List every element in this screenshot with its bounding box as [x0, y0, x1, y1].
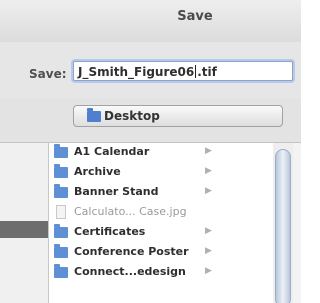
save-dialog: Save Save: J_Smith_Figure06 .tif Desktop … — [0, 0, 301, 303]
scrollbar-thumb[interactable] — [275, 149, 291, 303]
list-item[interactable]: Certificates ▶ — [49, 223, 273, 243]
folder-icon — [87, 108, 101, 122]
location-popup[interactable]: Desktop — [73, 105, 283, 127]
list-item-label: Archive — [74, 165, 121, 178]
document-icon — [56, 205, 66, 219]
list-item[interactable]: A1 Calendar ▶ — [49, 143, 273, 163]
list-item[interactable]: Banner Stand ▶ — [49, 183, 273, 203]
chevron-right-icon: ▶ — [205, 166, 212, 176]
file-browser: A1 Calendar ▶ Archive ▶ Banner Stand ▶ C… — [0, 143, 301, 303]
chevron-right-icon: ▶ — [205, 246, 212, 256]
location-label: Desktop — [104, 109, 160, 123]
title-bar: Save — [0, 0, 301, 43]
vertical-scrollbar[interactable] — [273, 143, 293, 303]
dialog-title: Save — [177, 9, 213, 24]
save-name-row: Save: J_Smith_Figure06 .tif — [0, 42, 301, 98]
sidebar-selected-strip — [0, 221, 48, 238]
list-item[interactable]: Archive ▶ — [49, 163, 273, 183]
list-item-label: A1 Calendar — [74, 145, 150, 158]
file-name-input[interactable]: J_Smith_Figure06 .tif — [73, 61, 293, 81]
file-name-text: J_Smith_Figure06 — [78, 65, 195, 79]
folder-icon — [54, 244, 68, 258]
list-item-label: Banner Stand — [74, 185, 159, 198]
folder-icon — [54, 184, 68, 198]
list-item[interactable]: Connect...edesign ▶ — [49, 263, 273, 283]
list-item-label: Conference Poster — [74, 245, 189, 258]
list-item[interactable]: Calculato... Case.jpg — [49, 203, 273, 223]
folder-icon — [54, 224, 68, 238]
chevron-right-icon: ▶ — [205, 226, 212, 236]
folder-icon — [54, 144, 68, 158]
folder-icon — [54, 164, 68, 178]
list-item-label: Certificates — [74, 225, 146, 238]
list-item-label: Calculato... Case.jpg — [74, 205, 187, 218]
chevron-right-icon: ▶ — [205, 266, 212, 276]
list-item-label: Connect...edesign — [74, 265, 186, 278]
file-extension-text: .tif — [197, 65, 217, 79]
sidebar-column — [0, 143, 49, 303]
chevron-right-icon: ▶ — [205, 146, 212, 156]
list-item[interactable]: Conference Poster ▶ — [49, 243, 273, 263]
location-row: Desktop — [0, 98, 301, 143]
folder-icon — [54, 264, 68, 278]
chevron-right-icon: ▶ — [205, 186, 212, 196]
save-label: Save: — [29, 67, 67, 81]
file-list: A1 Calendar ▶ Archive ▶ Banner Stand ▶ C… — [49, 143, 274, 303]
